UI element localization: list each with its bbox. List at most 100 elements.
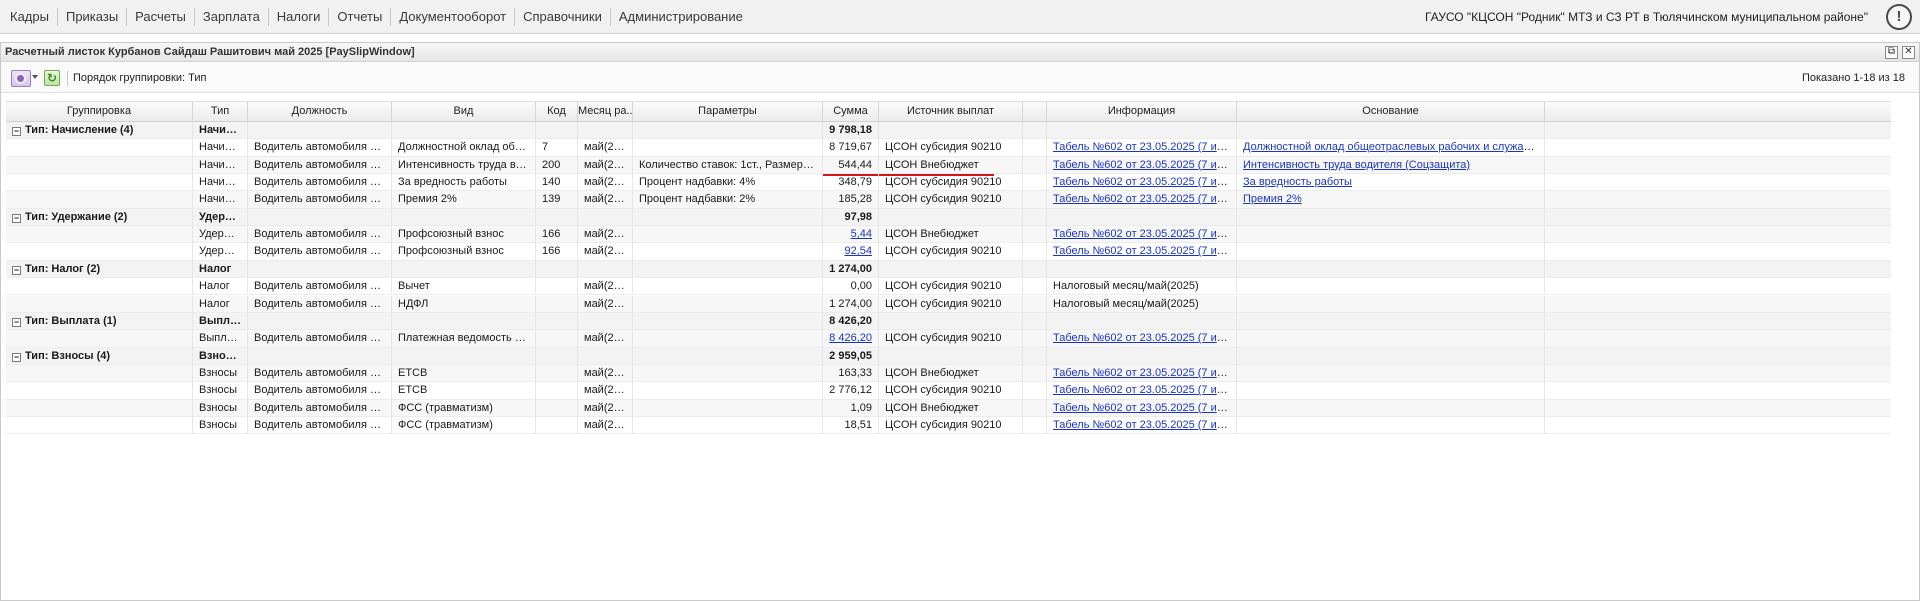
column-header-sum[interactable]: Сумма bbox=[823, 102, 879, 122]
settings-menu-button[interactable] bbox=[11, 70, 31, 87]
table-row[interactable]: Взносы Водитель автомобиля 9-10 раз... ФСС… bbox=[6, 416, 1891, 435]
basis-link[interactable]: Интенсивность труда водителя (Соцзащита) bbox=[1243, 159, 1470, 171]
restore-window-icon[interactable]: ⧉ bbox=[1885, 46, 1898, 59]
menu-item[interactable]: Документооборот bbox=[391, 0, 514, 34]
column-header-info[interactable]: Информация bbox=[1047, 102, 1237, 122]
group-row[interactable]: − Тип: Выплата (1) Выплата 8 426,20 bbox=[6, 312, 1891, 331]
alert-icon[interactable]: ! bbox=[1886, 4, 1912, 30]
table-row[interactable]: Налог Водитель автомобиля 9-10 раз... Выче… bbox=[6, 278, 1891, 296]
sum-text: 1,09 bbox=[850, 401, 872, 414]
info-link[interactable]: Табель №602 от 23.05.2025 (7 из 18 дн;..… bbox=[1053, 332, 1236, 344]
cell-kind: Платежная ведомость №78 от... bbox=[392, 330, 536, 348]
group-row[interactable]: − Тип: Начисление (4) Начисл... 9 798,18 bbox=[6, 122, 1891, 140]
table-row[interactable]: Взносы Водитель автомобиля 9-10 раз... ФСС… bbox=[6, 399, 1891, 417]
table-row[interactable]: Удержание Водитель автомобиля 9-10 раз...… bbox=[6, 226, 1891, 244]
column-header-basis[interactable]: Основание bbox=[1237, 102, 1545, 122]
cell-basis bbox=[1237, 347, 1545, 365]
info-link[interactable]: Табель №602 от 23.05.2025 (7 из 18 дн;..… bbox=[1053, 384, 1236, 396]
menu-item[interactable]: Отчеты bbox=[329, 0, 390, 34]
cell-type: Начислен... bbox=[193, 191, 248, 209]
table-row[interactable]: Взносы Водитель автомобиля 9-10 раз... ЕТС… bbox=[6, 364, 1891, 383]
info-link[interactable]: Табель №602 от 23.05.2025 (7 из 18 дн;..… bbox=[1053, 228, 1236, 240]
table-row[interactable]: Начислен... Водитель автомобиля 9-10 раз.… bbox=[6, 174, 1891, 192]
type-text: Взносы bbox=[199, 366, 237, 379]
sum-text: 163,33 bbox=[838, 366, 872, 379]
table-row[interactable]: Удержание Водитель автомобиля 9-10 раз...… bbox=[6, 243, 1891, 261]
payslip-window: Расчетный листок Курбанов Сайдаш Рашитов… bbox=[0, 42, 1920, 601]
collapse-icon[interactable]: − bbox=[12, 352, 21, 362]
collapse-icon[interactable]: − bbox=[12, 213, 21, 223]
column-header-blank[interactable] bbox=[1023, 102, 1047, 122]
sum-text: 544,44 bbox=[838, 158, 872, 171]
info-link[interactable]: Табель №602 от 23.05.2025 (7 из 18 дн;..… bbox=[1053, 176, 1236, 188]
cell-blank bbox=[1023, 156, 1047, 175]
info-link[interactable]: Табель №602 от 23.05.2025 (7 из 18 дн;..… bbox=[1053, 193, 1236, 205]
column-header-source[interactable]: Источник выплат bbox=[879, 102, 1023, 122]
menu-item[interactable]: Расчеты bbox=[127, 0, 194, 34]
menu-item[interactable]: Кадры bbox=[2, 0, 57, 34]
group-row[interactable]: − Тип: Налог (2) Налог 1 274,00 bbox=[6, 260, 1891, 279]
info-link[interactable]: Табель №602 от 23.05.2025 (7 из 18 дн;..… bbox=[1053, 367, 1236, 379]
column-header-code[interactable]: Код bbox=[536, 102, 578, 122]
basis-link[interactable]: Должностной оклад общеотраслевых рабочих… bbox=[1243, 141, 1544, 153]
table-row[interactable]: Взносы Водитель автомобиля 9-10 раз... ЕТС… bbox=[6, 382, 1891, 400]
column-header-params[interactable]: Параметры bbox=[633, 102, 823, 122]
basis-link[interactable]: За вредность работы bbox=[1243, 176, 1352, 188]
table-row[interactable]: Начислен... Водитель автомобиля 9-10 раз.… bbox=[6, 191, 1891, 209]
grid-header: Группировка Тип Должность Вид Код Месяц ра...… bbox=[6, 101, 1891, 122]
cell-sum: 544,44 bbox=[823, 156, 879, 175]
info-link[interactable]: Табель №602 от 23.05.2025 (7 из 18 дн;..… bbox=[1053, 402, 1236, 414]
column-header-kind[interactable]: Вид bbox=[392, 102, 536, 122]
cell-type: Взносы bbox=[193, 399, 248, 417]
collapse-icon[interactable]: − bbox=[12, 265, 21, 275]
menu-item[interactable]: Администрирование bbox=[611, 0, 751, 34]
info-link[interactable]: Табель №602 от 23.05.2025 (7 из 18 дн;..… bbox=[1053, 419, 1236, 431]
sum-link[interactable]: 5,44 bbox=[851, 228, 872, 240]
table-row[interactable]: Начислен... Водитель автомобиля 9-10 раз.… bbox=[6, 156, 1891, 175]
cell-month: май(2025) bbox=[578, 191, 633, 209]
cell-kind: Профсоюзный взнос bbox=[392, 226, 536, 244]
table-row[interactable]: Выплата Водитель автомобиля 9-10 раз... Пл… bbox=[6, 330, 1891, 348]
menu-item[interactable]: Налоги bbox=[269, 0, 329, 34]
close-window-icon[interactable]: ✕ bbox=[1902, 46, 1915, 59]
refresh-button[interactable]: ↻ bbox=[44, 70, 60, 86]
table-row[interactable]: Налог Водитель автомобиля 9-10 раз... НДФЛ… bbox=[6, 295, 1891, 313]
cell-group bbox=[6, 226, 193, 244]
chevron-down-icon[interactable] bbox=[32, 75, 38, 79]
grouping-order[interactable]: Порядок группировки: Тип bbox=[73, 63, 206, 93]
group-row[interactable]: − Тип: Удержание (2) Удержа... 97,98 bbox=[6, 208, 1891, 227]
collapse-icon[interactable]: − bbox=[12, 317, 21, 327]
cell-sum: 97,98 bbox=[823, 208, 879, 227]
sum-link[interactable]: 92,54 bbox=[844, 245, 872, 257]
main-menu: Кадры Приказы Расчеты Зарплата Налоги Отчеты Д… bbox=[0, 0, 751, 34]
cell-source: ЦСОН субсидия 90210 bbox=[879, 330, 1023, 348]
info-link[interactable]: Табель №602 от 23.05.2025 (7 из 18 дн;..… bbox=[1053, 141, 1236, 153]
column-header-position[interactable]: Должность bbox=[248, 102, 392, 122]
grouping-value[interactable]: Тип bbox=[188, 72, 206, 84]
collapse-icon[interactable]: − bbox=[12, 127, 21, 136]
cell-basis: Должностной оклад общеотраслевых рабочих… bbox=[1237, 139, 1545, 157]
cell-code bbox=[536, 208, 578, 227]
type-text: Взносы bbox=[199, 349, 242, 362]
menu-item[interactable]: Приказы bbox=[58, 0, 126, 34]
month-text: май(2025) bbox=[584, 141, 633, 154]
info-link[interactable]: Табель №602 от 23.05.2025 (7 из 18 дн;..… bbox=[1053, 245, 1236, 257]
cell-blank bbox=[1023, 312, 1047, 331]
table-row[interactable]: Начислен... Водитель автомобиля 9-10 раз.… bbox=[6, 139, 1891, 157]
column-header-type[interactable]: Тип bbox=[193, 102, 248, 122]
cell-kind: Должностной оклад общеотра... bbox=[392, 139, 536, 157]
group-row[interactable]: − Тип: Взносы (4) Взносы 2 959,05 bbox=[6, 347, 1891, 365]
kind-text: Вычет bbox=[398, 280, 430, 293]
column-header-group[interactable]: Группировка bbox=[6, 102, 193, 122]
sum-link[interactable]: 8 426,20 bbox=[829, 332, 872, 344]
column-header-month[interactable]: Месяц ра... bbox=[578, 102, 633, 122]
cell-month bbox=[578, 208, 633, 227]
cell-sum: 0,00 bbox=[823, 278, 879, 296]
cell-info: Табель №602 от 23.05.2025 (7 из 18 дн;..… bbox=[1047, 174, 1237, 192]
menu-item[interactable]: Справочники bbox=[515, 0, 610, 34]
kind-text: Профсоюзный взнос bbox=[398, 228, 504, 241]
menu-item[interactable]: Зарплата bbox=[195, 0, 268, 34]
info-link[interactable]: Табель №602 от 23.05.2025 (7 из 18 дн;..… bbox=[1053, 159, 1236, 171]
cell-group bbox=[6, 416, 193, 435]
basis-link[interactable]: Премия 2% bbox=[1243, 193, 1302, 205]
